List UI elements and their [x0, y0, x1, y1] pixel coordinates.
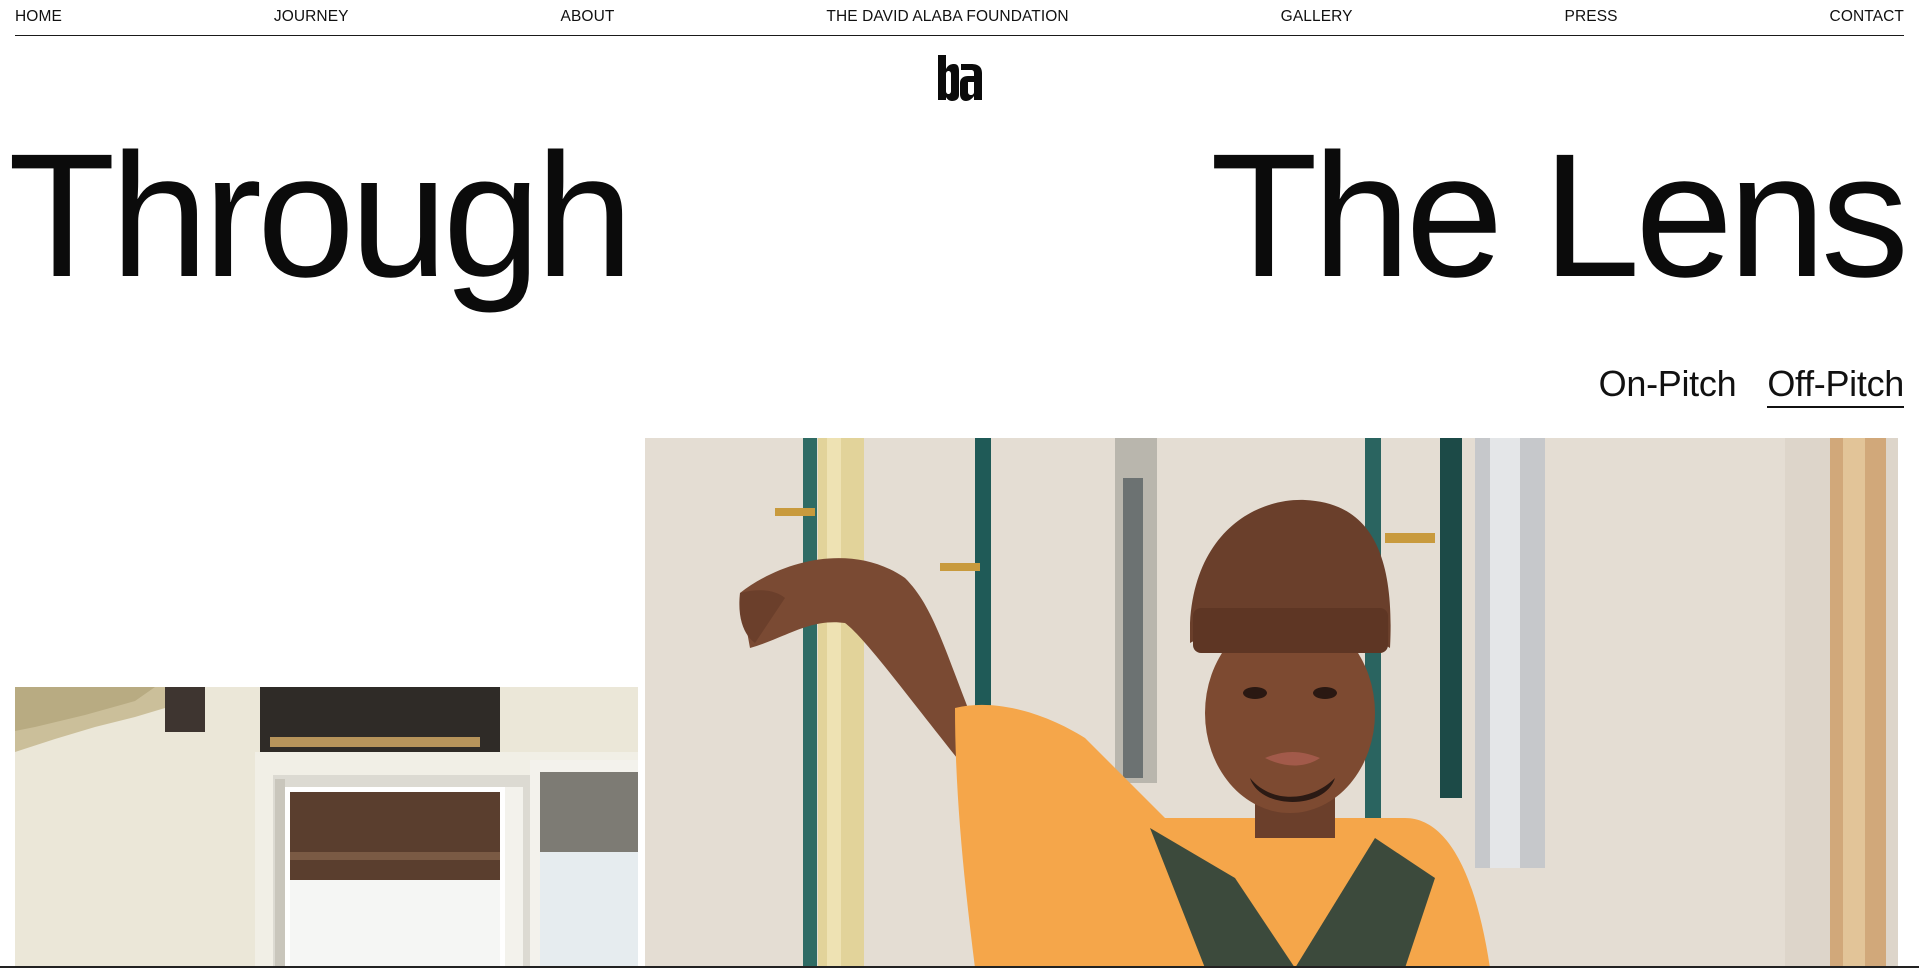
- nav-press[interactable]: PRESS: [1565, 9, 1618, 27]
- filter-on-pitch[interactable]: On-Pitch: [1599, 366, 1737, 408]
- gallery-filters: On-Pitch Off-Pitch: [1599, 366, 1904, 408]
- interior-window-photo[interactable]: [15, 687, 638, 968]
- portrait-illustration: [645, 438, 1898, 968]
- nav-home[interactable]: HOME: [15, 9, 62, 27]
- nav-journey[interactable]: JOURNEY: [274, 9, 349, 27]
- interior-window-illustration: [15, 687, 638, 968]
- nav-foundation[interactable]: THE DAVID ALABA FOUNDATION: [826, 9, 1068, 27]
- filter-off-pitch[interactable]: Off-Pitch: [1767, 366, 1904, 408]
- nav-about[interactable]: ABOUT: [561, 9, 615, 27]
- portrait-beanie-photo[interactable]: [645, 438, 1898, 968]
- nav-contact[interactable]: CONTACT: [1830, 9, 1904, 27]
- hero-title-right: The Lens: [1210, 118, 1909, 314]
- hero-title-left: Through: [8, 118, 634, 314]
- logo-mark: [938, 55, 982, 101]
- nav-gallery[interactable]: GALLERY: [1281, 9, 1353, 27]
- top-navigation: HOME JOURNEY ABOUT THE DAVID ALABA FOUND…: [15, 0, 1904, 36]
- da-monogram-logo[interactable]: [935, 51, 985, 101]
